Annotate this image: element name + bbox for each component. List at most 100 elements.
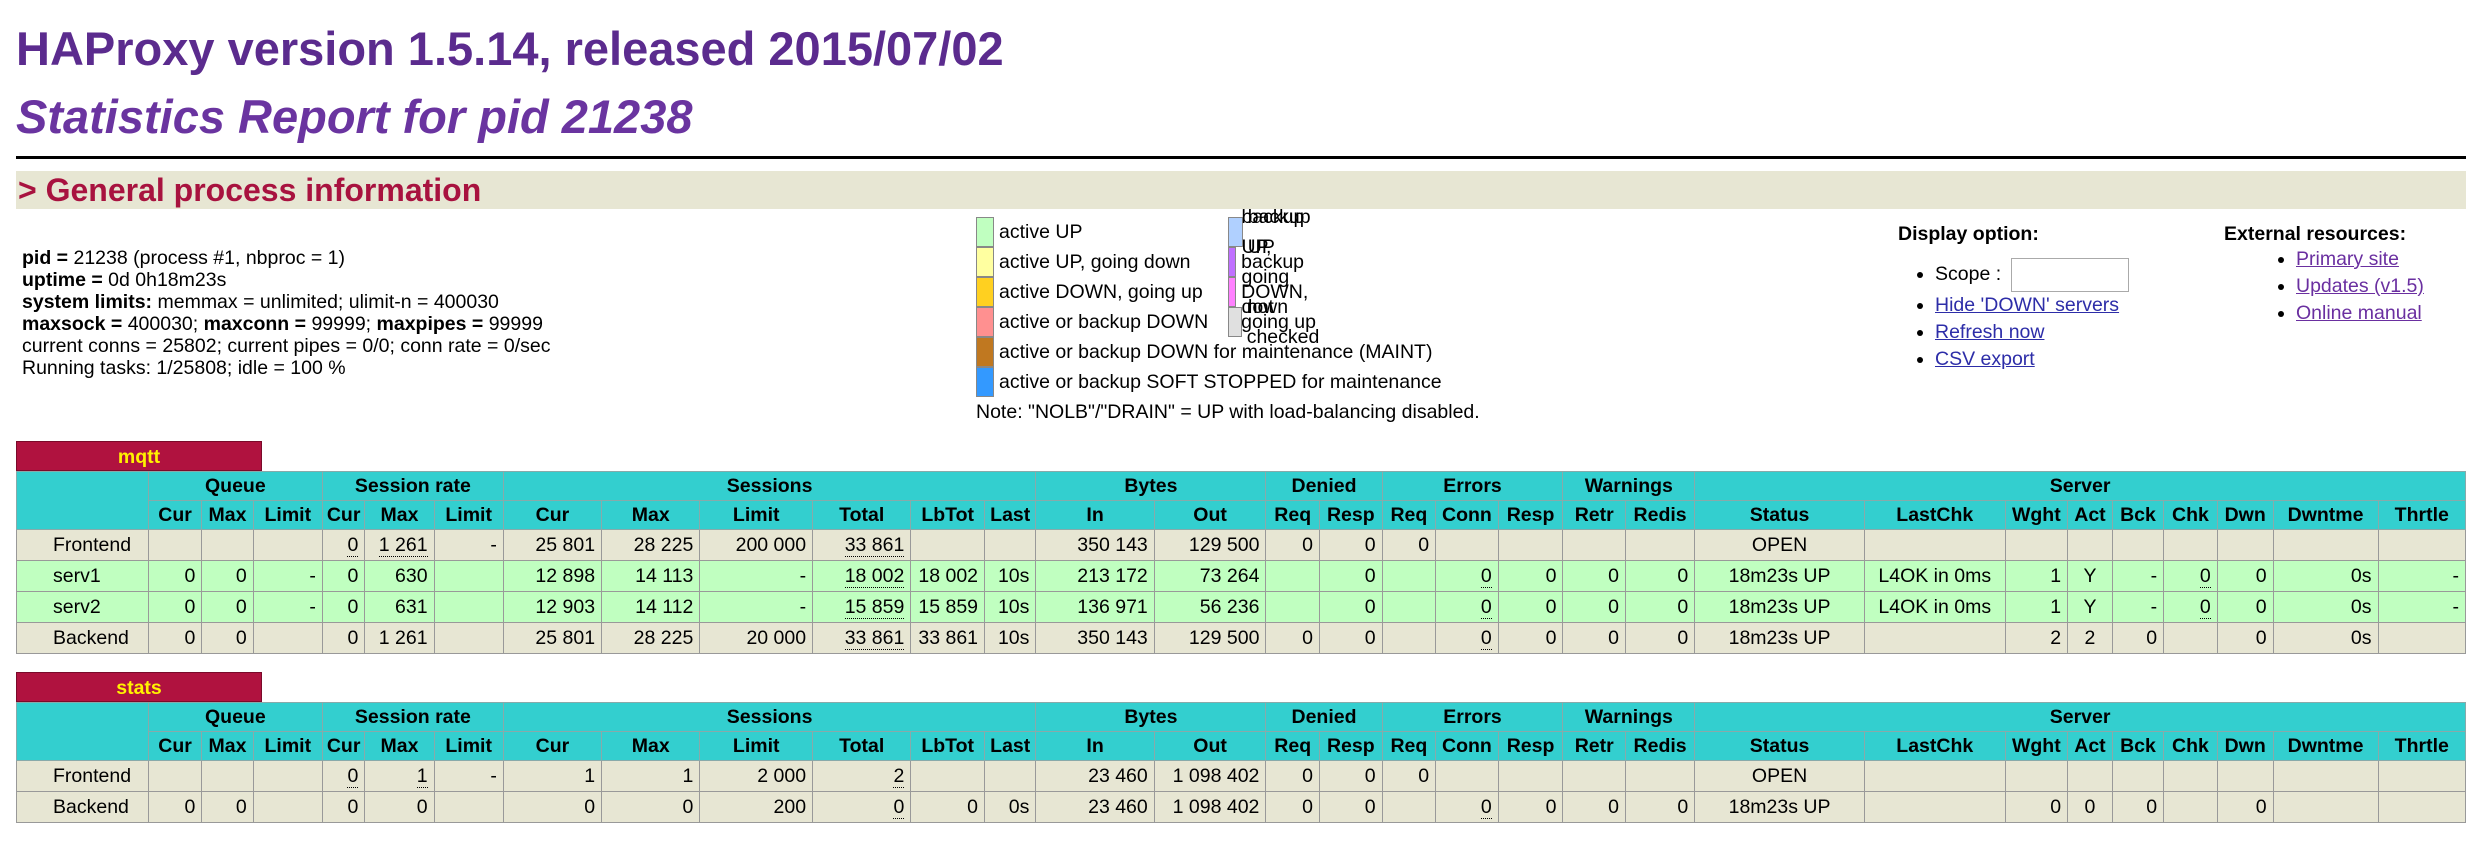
table-cell <box>2111 760 2165 792</box>
column-header: Out <box>1153 500 1267 530</box>
statistics-report-title: Statistics Report for pid 21238 <box>16 88 2466 159</box>
table-cell <box>984 529 1037 561</box>
system-limits-label: system limits: <box>22 291 153 313</box>
tooltip-value: 0 <box>347 533 359 557</box>
tooltip-value: 0 <box>1480 564 1492 588</box>
table-cell <box>2067 760 2113 792</box>
table-cell <box>2111 529 2165 561</box>
table-cell <box>1863 760 2006 792</box>
legend-item: active or backup DOWN <box>976 307 1208 337</box>
column-header: Resp <box>1319 500 1383 530</box>
table-cell: 0 <box>147 591 203 623</box>
row-name[interactable]: Frontend <box>16 760 149 792</box>
legend-item-soft-stopped: active or backup SOFT STOPPED for mainte… <box>976 367 1442 397</box>
table-cell <box>433 591 504 623</box>
column-header: Max <box>201 731 254 761</box>
tooltip-value: 1 261 <box>378 533 428 557</box>
column-header: Limit <box>433 500 504 530</box>
group-header: Bytes <box>1035 471 1267 501</box>
table-cell: 0 <box>2111 622 2165 654</box>
column-header: Max <box>364 500 435 530</box>
table-cell: 0 <box>1265 529 1321 561</box>
table-cell: 0 <box>910 791 986 823</box>
haproxy-version-title: HAProxy version 1.5.14, released 2015/07… <box>16 22 1004 75</box>
group-header: Queue <box>147 471 323 501</box>
table-cell <box>1435 760 1499 792</box>
table-cell: 0s <box>2272 560 2379 592</box>
column-header: Cur <box>502 500 603 530</box>
external-resources-title: External resources: <box>2224 223 2407 245</box>
column-header: Last <box>984 500 1037 530</box>
table-cell: 0 <box>321 560 366 592</box>
table-cell: 0 <box>1319 622 1383 654</box>
scope-input[interactable] <box>2011 258 2130 292</box>
table-cell: 1 <box>601 760 701 792</box>
column-header: Req <box>1265 500 1321 530</box>
table-cell: OPEN <box>1694 760 1865 792</box>
table-cell: 23 460 <box>1035 760 1155 792</box>
tooltip-value: 15 859 <box>844 595 905 619</box>
column-header: LastChk <box>1863 500 2006 530</box>
tooltip-value: 0 <box>893 795 905 819</box>
proxy-name-tab[interactable]: mqtt <box>16 441 262 471</box>
column-header: Conn <box>1435 500 1499 530</box>
column-header: Dwn <box>2216 731 2274 761</box>
table-cell <box>2004 760 2069 792</box>
table-cell: 0 <box>1319 560 1383 592</box>
table-cell <box>252 529 323 561</box>
column-header: Out <box>1153 731 1267 761</box>
row-name[interactable]: serv1 <box>16 560 149 592</box>
table-cell: 0 <box>2216 622 2274 654</box>
table-cell: 0 <box>1265 622 1321 654</box>
row-name[interactable]: serv2 <box>16 591 149 623</box>
primary-site-link[interactable]: Primary site <box>2296 248 2399 270</box>
table-cell <box>433 622 504 654</box>
legend-label: active or backup DOWN for maintenance (M… <box>999 341 1433 363</box>
table-cell <box>2377 529 2467 561</box>
refresh-now-link[interactable]: Refresh now <box>1935 321 2044 343</box>
hide-down-servers-link[interactable]: Hide 'DOWN' servers <box>1935 294 2119 316</box>
table-cell: 20 000 <box>699 622 814 654</box>
tooltip-value: 0 <box>1480 626 1492 650</box>
legend-label: active UP <box>999 221 1083 243</box>
column-header: Bck <box>2111 500 2165 530</box>
row-name[interactable]: Backend <box>16 791 149 823</box>
table-cell <box>2272 529 2379 561</box>
table-cell: 0 <box>1265 760 1321 792</box>
csv-export-link[interactable]: CSV export <box>1935 348 2035 370</box>
tooltip-value: 0 <box>1480 795 1492 819</box>
proxy-name-tab[interactable]: stats <box>16 672 262 702</box>
table-cell <box>433 560 504 592</box>
legend-swatch <box>976 337 994 367</box>
column-header: Retr <box>1562 731 1626 761</box>
row-name[interactable]: Frontend <box>16 529 149 561</box>
table-cell <box>2377 622 2467 654</box>
table-cell <box>2004 529 2069 561</box>
table-cell: 0 <box>1381 529 1437 561</box>
column-header: Redis <box>1624 500 1696 530</box>
table-cell: 0 <box>1319 791 1383 823</box>
table-cell: 25 801 <box>502 622 603 654</box>
table-cell: L4OK in 0ms <box>1863 591 2006 623</box>
table-cell: 1 261 <box>364 529 435 561</box>
table-cell: 56 236 <box>1153 591 1267 623</box>
table-cell: 0 <box>1435 591 1499 623</box>
online-manual-link[interactable]: Online manual <box>2296 302 2422 324</box>
column-header: Total <box>812 731 912 761</box>
table-cell <box>252 791 323 823</box>
column-header: Bck <box>2111 731 2165 761</box>
table-cell: 0 <box>2163 591 2218 623</box>
scope-label: Scope : <box>1935 263 2002 286</box>
row-name[interactable]: Backend <box>16 622 149 654</box>
tooltip-value: 0 <box>2199 595 2211 619</box>
proxy-stats: stats Queue Session rate Sessions Bytes Denie… <box>16 672 2467 823</box>
column-header: Limit <box>433 731 504 761</box>
table-cell: 200 <box>699 791 814 823</box>
updates-link[interactable]: Updates (v1.5) <box>2296 275 2424 297</box>
column-header: Cur <box>147 500 203 530</box>
group-header: Server <box>1694 702 2466 732</box>
column-header: Resp <box>1319 731 1383 761</box>
table-cell: 33 861 <box>910 622 986 654</box>
table-cell: 23 460 <box>1035 791 1155 823</box>
table-cell: 28 225 <box>601 529 701 561</box>
